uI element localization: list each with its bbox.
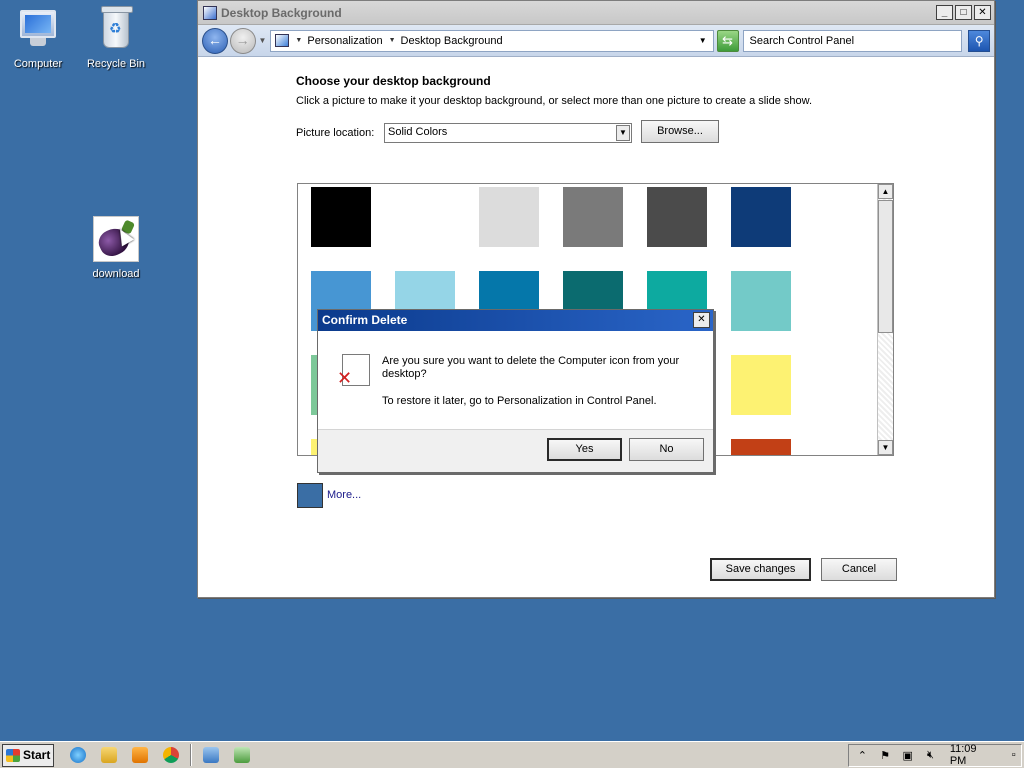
chevron-down-icon[interactable]: ▼ [295,37,302,44]
color-swatch[interactable] [731,187,791,247]
chrome-icon[interactable] [157,744,185,766]
dialog-title: Confirm Delete [322,313,408,327]
color-swatch[interactable] [395,187,455,247]
color-swatch[interactable] [311,187,371,247]
color-swatch[interactable] [563,187,623,247]
desktop-icon-label: download [92,268,140,280]
history-dropdown-icon[interactable]: ▼ [259,36,267,45]
desktop-icon-computer[interactable]: Computer [0,8,76,70]
save-changes-button[interactable]: Save changes [710,558,811,581]
control-panel-taskbar-icon[interactable] [228,744,256,766]
action-center-icon[interactable]: ⚑ [878,747,893,763]
more-color-swatch[interactable] [297,483,323,508]
page-title: Choose your desktop background [296,74,491,88]
control-panel-icon [203,5,217,20]
desktop-background-window: Desktop Background _ □ ✕ ← → ▼ ▼ Persona… [197,0,995,598]
breadcrumb-desktop-background[interactable]: Desktop Background [401,35,503,47]
desktop-icon-label: Recycle Bin [86,58,146,70]
page-description: Click a picture to make it your desktop … [296,95,813,107]
start-button[interactable]: Start [2,743,54,767]
dialog-footer: Yes No [318,429,713,472]
windows-logo-icon [6,748,20,762]
browse-button[interactable]: Browse... [641,120,719,143]
recycle-bin-icon [94,6,138,52]
scroll-down-icon[interactable]: ▼ [878,440,893,455]
color-swatch[interactable] [731,439,791,455]
file-explorer-icon[interactable] [95,744,123,766]
address-dropdown-icon[interactable]: ▼ [699,36,707,45]
window-title: Desktop Background [221,5,342,20]
refresh-button[interactable]: ⇆ [716,29,739,52]
dialog-close-button[interactable]: ✕ [693,312,710,328]
computer-icon [16,8,60,52]
scroll-up-icon[interactable]: ▲ [878,184,893,199]
color-swatch[interactable] [731,271,791,331]
picture-location-label: Picture location: [296,127,375,139]
control-panel-icon [275,34,290,47]
no-button[interactable]: No [629,438,704,461]
remote-desktop-icon[interactable] [197,744,225,766]
scrollbar-thumb[interactable] [878,200,893,333]
clock[interactable]: 11:09 PM [950,743,993,767]
media-player-icon[interactable] [126,744,154,766]
maximize-button[interactable]: □ [955,5,972,20]
desktop-icon-download[interactable]: download [78,216,154,280]
start-label: Start [23,748,51,762]
vertical-scrollbar[interactable]: ▲ ▼ [877,184,893,455]
color-swatch[interactable] [479,187,539,247]
breadcrumb-personalization[interactable]: Personalization [307,35,382,47]
window-titlebar[interactable]: Desktop Background _ □ ✕ [198,1,994,25]
back-button[interactable]: ← [202,27,228,54]
breadcrumb[interactable]: ▼ Personalization ▼ Desktop Background ▼ [270,29,714,52]
dialog-body: Are you sure you want to delete the Comp… [318,331,713,429]
taskbar: Start ⌃ ⚑ ▣ 🔇︎ 11:09 PM ▫ [0,741,1024,768]
color-swatch[interactable] [647,187,707,247]
minimize-button[interactable]: _ [936,5,953,20]
chevron-down-icon[interactable]: ▼ [389,37,396,44]
picture-location-value: Solid Colors [388,126,448,138]
search-placeholder: Search Control Panel [749,34,855,47]
dialog-message: Are you sure you want to delete the Comp… [382,355,680,380]
internet-explorer-icon[interactable] [64,744,92,766]
volume-muted-icon[interactable]: 🔇︎ [923,747,938,763]
close-button[interactable]: ✕ [974,5,991,20]
cancel-button[interactable]: Cancel [821,558,897,581]
system-tray: ⌃ ⚑ ▣ 🔇︎ 11:09 PM ▫ [848,743,1022,767]
picture-location-select[interactable]: Solid Colors ▼ [384,123,632,143]
quick-launch [64,744,256,766]
dialog-titlebar[interactable]: Confirm Delete ✕ [318,310,713,331]
desktop-icon-recycle-bin[interactable]: Recycle Bin [78,6,154,70]
dialog-detail: To restore it later, go to Personalizati… [382,395,657,407]
taskbar-separator [190,744,192,766]
yes-button[interactable]: Yes [547,438,622,461]
search-input[interactable]: Search Control Panel [742,29,963,52]
chevron-down-icon[interactable]: ▼ [616,125,630,141]
confirm-delete-dialog: Confirm Delete ✕ Are you sure you want t… [317,309,714,473]
address-bar: ← → ▼ ▼ Personalization ▼ Desktop Backgr… [198,25,994,57]
search-icon[interactable]: ⚲ [968,29,990,52]
show-hidden-icons-icon[interactable]: ⌃ [855,747,870,763]
show-desktop-icon[interactable]: ▫ [1006,747,1021,763]
forward-button[interactable]: → [229,27,256,54]
desktop-icon-label: Computer [13,58,63,70]
color-swatch[interactable] [731,355,791,415]
delete-file-icon [337,354,370,389]
more-link[interactable]: More... [327,489,361,501]
network-icon[interactable]: ▣ [900,747,915,763]
